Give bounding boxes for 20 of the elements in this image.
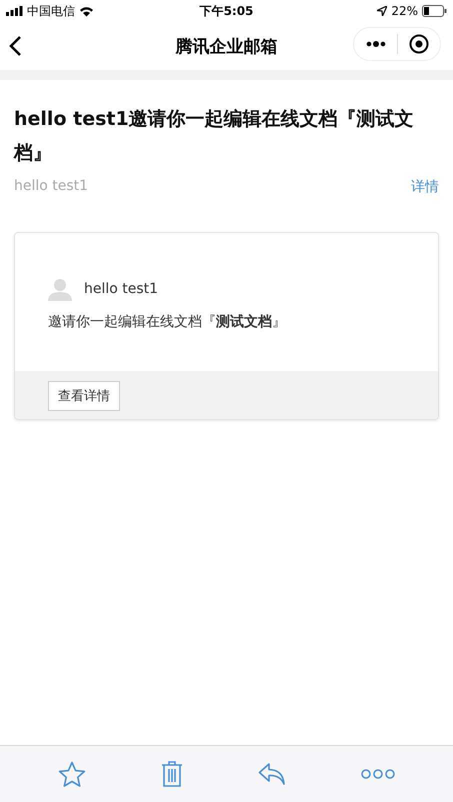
back-icon[interactable] <box>9 35 22 57</box>
view-details-button[interactable]: 查看详情 <box>48 381 120 411</box>
status-time: 下午5:05 <box>200 2 254 20</box>
signal-icon <box>6 6 23 16</box>
star-icon[interactable] <box>58 760 86 788</box>
nav-title: 腾讯企业邮箱 <box>176 36 278 58</box>
avatar-icon <box>48 277 72 301</box>
battery-icon <box>422 5 447 17</box>
card-sender-name: hello test1 <box>84 281 158 297</box>
sender-name: hello test1 <box>14 178 88 196</box>
close-target-icon[interactable] <box>408 34 428 54</box>
battery-percent: 22% <box>391 4 418 18</box>
carrier-name: 中国电信 <box>27 2 75 20</box>
reply-icon[interactable] <box>258 762 286 786</box>
mail-subject: hello test1邀请你一起编辑在线文档『测试文档』 <box>14 107 415 166</box>
invite-message: 邀请你一起编辑在线文档『测试文档』 <box>48 313 287 331</box>
trash-icon[interactable] <box>160 760 183 788</box>
more-icon[interactable] <box>366 41 386 47</box>
location-arrow-icon <box>377 6 388 16</box>
wifi-icon <box>79 6 94 16</box>
